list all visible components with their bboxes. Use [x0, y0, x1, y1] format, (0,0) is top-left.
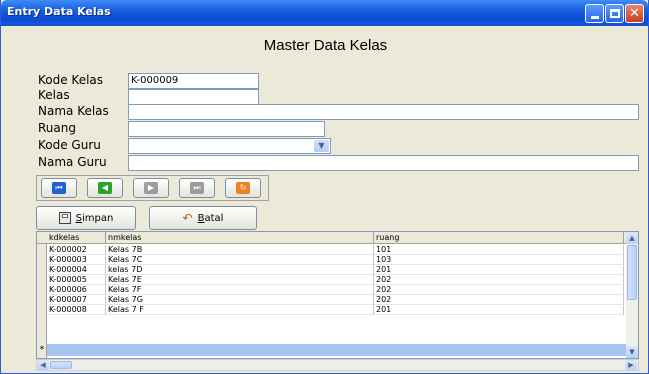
table-cell-kdkelas[interactable]: K-000004 [47, 265, 106, 275]
kelas-field[interactable] [128, 89, 259, 105]
save-label: Simpan [75, 212, 114, 224]
chevron-down-icon: ▼ [318, 141, 325, 150]
last-record-button[interactable]: ⏭ [179, 178, 215, 198]
chevron-right-icon: ▶ [628, 361, 634, 369]
scroll-up-button[interactable]: ▲ [626, 232, 638, 244]
entry-data-kelas-window: Entry Data Kelas ✕ Master Data Kelas Kod… [0, 0, 649, 374]
column-header-nmkelas[interactable]: nmkelas [106, 232, 374, 244]
kode-guru-combobox[interactable]: ▼ [128, 138, 331, 154]
scroll-right-button[interactable]: ▶ [625, 360, 637, 370]
table-row[interactable]: K-000006 Kelas 7F 202 [47, 285, 627, 295]
vertical-scrollbar[interactable]: ▲ ▼ [626, 232, 638, 358]
title-bar[interactable]: Entry Data Kelas ✕ [1, 0, 648, 26]
save-button[interactable]: Simpan [36, 206, 136, 230]
table-row[interactable]: K-000002 Kelas 7B 101 [47, 245, 627, 255]
chevron-up-icon: ▲ [629, 234, 635, 242]
data-grid[interactable]: kdkelas nmkelas ruang K-000002 Kelas 7B 10… [36, 231, 639, 359]
close-button[interactable]: ✕ [625, 4, 644, 23]
table-cell-nmkelas[interactable]: Kelas 7E [106, 275, 374, 285]
nama-guru-label: Nama Guru [38, 155, 107, 169]
new-row-marker: * [39, 345, 45, 355]
nama-guru-field[interactable] [128, 155, 639, 171]
kode-kelas-label: Kode Kelas [38, 73, 104, 87]
table-cell-nmkelas[interactable]: Kelas 7C [106, 255, 374, 265]
table-cell-ruang[interactable]: 202 [374, 275, 624, 285]
table-cell-kdkelas[interactable]: K-000005 [47, 275, 106, 285]
chevron-left-icon: ◀ [40, 361, 46, 369]
table-cell-ruang[interactable]: 201 [374, 265, 624, 275]
nama-kelas-field[interactable] [128, 104, 639, 120]
table-cell-ruang[interactable]: 202 [374, 295, 624, 305]
kelas-label: Kelas [38, 88, 70, 102]
scroll-down-button[interactable]: ▼ [626, 346, 638, 358]
minimize-button[interactable] [585, 4, 604, 23]
table-cell-kdkelas[interactable]: K-000008 [47, 305, 106, 315]
table-cell-ruang[interactable]: 103 [374, 255, 624, 265]
table-row[interactable]: K-000005 Kelas 7E 202 [47, 275, 627, 285]
first-record-button[interactable]: ⏮ [41, 178, 77, 198]
maximize-button[interactable] [605, 4, 624, 23]
row-selector-column [37, 232, 47, 358]
table-cell-kdkelas[interactable]: K-000002 [47, 245, 106, 255]
last-icon: ⏭ [190, 182, 204, 194]
table-cell-ruang[interactable]: 202 [374, 285, 624, 295]
undo-icon: ↶ [182, 211, 193, 225]
table-row[interactable]: K-000003 Kelas 7C 103 [47, 255, 627, 265]
next-icon: ▶ [144, 182, 158, 194]
window-title: Entry Data Kelas [7, 5, 111, 18]
table-cell-nmkelas[interactable]: Kelas 7B [106, 245, 374, 255]
table-row[interactable]: K-000008 Kelas 7 F 201 [47, 305, 627, 315]
next-record-button[interactable]: ▶ [133, 178, 169, 198]
table-row[interactable]: K-000007 Kelas 7G 202 [47, 295, 627, 305]
first-icon: ⏮ [52, 182, 66, 194]
refresh-button[interactable]: ↻ [225, 178, 261, 198]
previous-record-button[interactable]: ◀ [87, 178, 123, 198]
table-cell-kdkelas[interactable]: K-000003 [47, 255, 106, 265]
horizontal-scrollbar[interactable]: ◀ ▶ [36, 359, 639, 371]
table-cell-ruang[interactable]: 201 [374, 305, 624, 315]
grid-header: kdkelas nmkelas ruang [37, 232, 627, 244]
table-row[interactable]: K-000004 kelas 7D 201 [47, 265, 627, 275]
record-navigator: ⏮ ◀ ▶ ⏭ ↻ [36, 175, 269, 201]
table-cell-nmkelas[interactable]: Kelas 7G [106, 295, 374, 305]
previous-icon: ◀ [98, 182, 112, 194]
ruang-field[interactable] [128, 121, 325, 137]
dropdown-button[interactable]: ▼ [314, 140, 329, 152]
floppy-disk-icon [58, 212, 71, 224]
new-row[interactable] [47, 344, 627, 356]
close-icon: ✕ [629, 6, 640, 21]
table-cell-kdkelas[interactable]: K-000007 [47, 295, 106, 305]
nama-kelas-label: Nama Kelas [38, 104, 109, 118]
scroll-left-button[interactable]: ◀ [37, 360, 49, 370]
column-header-ruang[interactable]: ruang [374, 232, 624, 244]
cancel-button[interactable]: ↶ Batal [149, 206, 257, 230]
table-cell-nmkelas[interactable]: kelas 7D [106, 265, 374, 275]
cancel-label: Batal [197, 212, 224, 224]
minimize-icon [590, 15, 599, 19]
vertical-scroll-thumb[interactable] [627, 245, 637, 300]
table-cell-ruang[interactable]: 101 [374, 245, 624, 255]
horizontal-scroll-thumb[interactable] [50, 361, 72, 369]
kode-guru-label: Kode Guru [38, 138, 101, 152]
column-header-kdkelas[interactable]: kdkelas [47, 232, 106, 244]
refresh-icon: ↻ [236, 182, 250, 194]
kode-kelas-field[interactable]: K-000009 [128, 73, 259, 89]
table-cell-nmkelas[interactable]: Kelas 7F [106, 285, 374, 295]
table-cell-nmkelas[interactable]: Kelas 7 F [106, 305, 374, 315]
table-cell-kdkelas[interactable]: K-000006 [47, 285, 106, 295]
chevron-down-icon: ▼ [629, 348, 635, 356]
form-heading: Master Data Kelas [263, 37, 388, 54]
ruang-label: Ruang [38, 121, 76, 135]
maximize-icon [609, 9, 620, 18]
